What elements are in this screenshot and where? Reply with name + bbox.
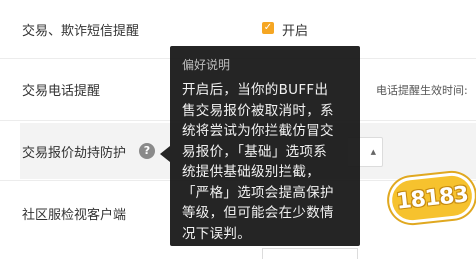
phone-alert-effective-time-label: 电话提醒生效时间:	[376, 84, 468, 97]
tooltip-arrow	[160, 146, 170, 162]
row-label-phone-alert: 交易电话提醒	[22, 84, 101, 99]
preference-tooltip: 偏好说明 开启后，当你的BUFF出 售交易报价被取消时，系 统将尝试为你拦截仿冒…	[170, 46, 360, 246]
row-label-community-server-inspect: 社区服检视客户端	[22, 208, 127, 223]
tooltip-title: 偏好说明	[182, 58, 231, 72]
help-question-icon[interactable]: ?	[139, 143, 155, 159]
row-label-sms-alert: 交易、欺诈短信提醒	[22, 24, 140, 39]
watermark-logo: 18183	[390, 173, 474, 223]
sms-alert-checkbox-label[interactable]: 开启	[282, 20, 308, 39]
watermark-text: 18183	[395, 181, 469, 215]
tooltip-body: 开启后，当你的BUFF出 售交易报价被取消时，系 统将尝试为你拦截仿冒交 易报价…	[182, 82, 334, 242]
row-label-offer-hijack-protection: 交易报价劫持防护	[22, 146, 127, 161]
sms-alert-checkbox[interactable]: ✓	[262, 22, 274, 34]
community-server-input[interactable]	[262, 248, 358, 259]
caret-down-icon: ▲	[370, 148, 376, 156]
checkmark-icon: ✓	[263, 22, 273, 33]
